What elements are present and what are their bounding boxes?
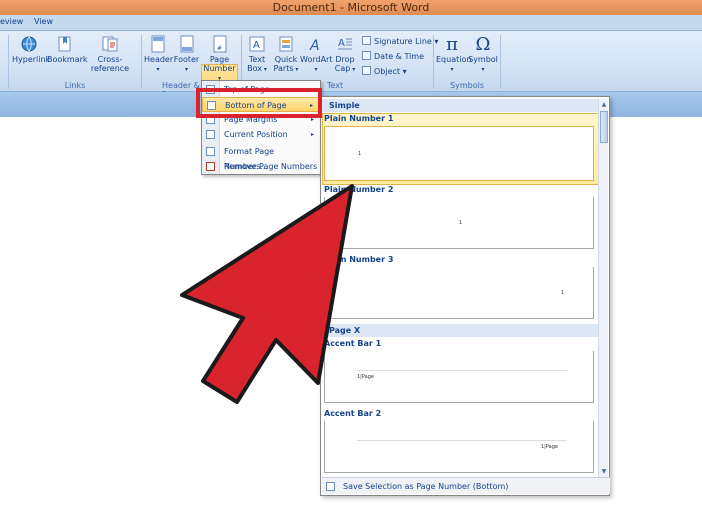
arrow-icon [180,184,354,404]
red-arrow-annotation [180,184,354,404]
